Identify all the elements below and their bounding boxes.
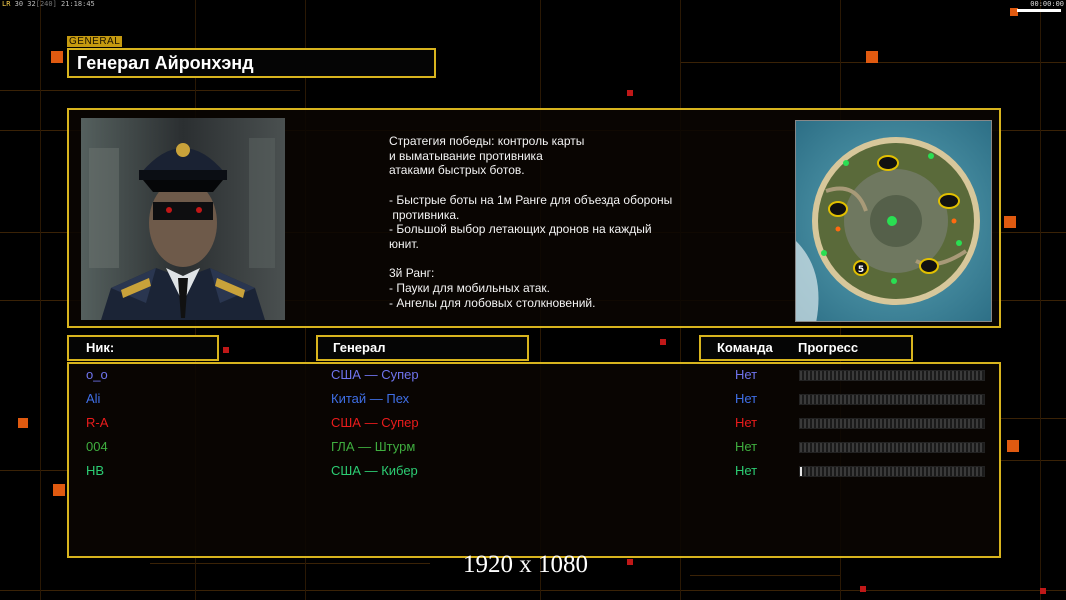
player-row[interactable]: R-A США — Супер Нет <box>69 414 999 432</box>
player-nick: Ali <box>86 391 101 406</box>
player-general: США — Кибер <box>331 463 418 478</box>
column-header-team-progress: Команда Прогресс <box>699 335 913 361</box>
player-team: Нет <box>735 367 758 382</box>
column-header-progress-label: Прогресс <box>798 340 859 355</box>
player-team: Нет <box>735 463 758 478</box>
player-nick: R-A <box>86 415 109 430</box>
player-general: Китай — Пех <box>331 391 410 406</box>
general-portrait <box>81 118 285 320</box>
player-team: Нет <box>735 439 758 454</box>
general-tag: GENERAL <box>67 36 123 47</box>
column-header-nick: Ник: <box>67 335 219 361</box>
player-general: ГЛА — Штурм <box>331 439 416 454</box>
fps-values: 30 32 <box>14 0 36 8</box>
player-progress-bar <box>799 442 985 453</box>
resolution-label: 1920 x 1080 <box>463 551 588 578</box>
fps-cap: [240] <box>35 0 57 8</box>
player-row[interactable]: Ali Китай — Пех Нет <box>69 390 999 408</box>
players-list: o_o США — Супер Нет Ali Китай — Пех Нет … <box>67 362 1001 558</box>
player-team: Нет <box>735 415 758 430</box>
column-header-general: Генерал <box>316 335 529 361</box>
general-title: Генерал Айронхэнд <box>67 48 436 78</box>
player-row[interactable]: 004 ГЛА — Штурм Нет <box>69 438 999 456</box>
player-row[interactable]: o_o США — Супер Нет <box>69 366 999 384</box>
map-preview[interactable]: 5 <box>795 120 992 322</box>
column-header-team-label: Команда <box>717 340 773 355</box>
player-row[interactable]: HB США — Кибер Нет <box>69 462 999 480</box>
general-info-panel: Стратегия победы: контроль карты и вымат… <box>67 108 1001 328</box>
clock-left: 21:18:45 <box>61 0 95 8</box>
player-progress-fill <box>800 467 802 476</box>
general-name: Генерал Айронхэнд <box>77 53 254 73</box>
strategy-description: Стратегия победы: контроль карты и вымат… <box>389 134 673 310</box>
player-progress-bar <box>799 370 985 381</box>
player-progress-bar <box>799 394 985 405</box>
player-nick: o_o <box>86 367 108 382</box>
column-header-general-label: Генерал <box>333 340 386 355</box>
hud-dash <box>1017 9 1061 12</box>
player-nick: 004 <box>86 439 108 454</box>
fps-lr-label: LR <box>2 0 11 8</box>
column-header-nick-label: Ник: <box>86 340 115 355</box>
player-progress-bar <box>799 418 985 429</box>
player-general: США — Супер <box>331 367 419 382</box>
clock-right: 00:00:00 <box>1030 0 1064 8</box>
fps-counter: LR 30 32[240] 21:18:45 <box>2 0 95 8</box>
player-progress-bar <box>799 466 985 477</box>
player-team: Нет <box>735 391 758 406</box>
player-general: США — Супер <box>331 415 419 430</box>
map-marker-label: 5 <box>858 265 864 275</box>
player-nick: HB <box>86 463 105 478</box>
